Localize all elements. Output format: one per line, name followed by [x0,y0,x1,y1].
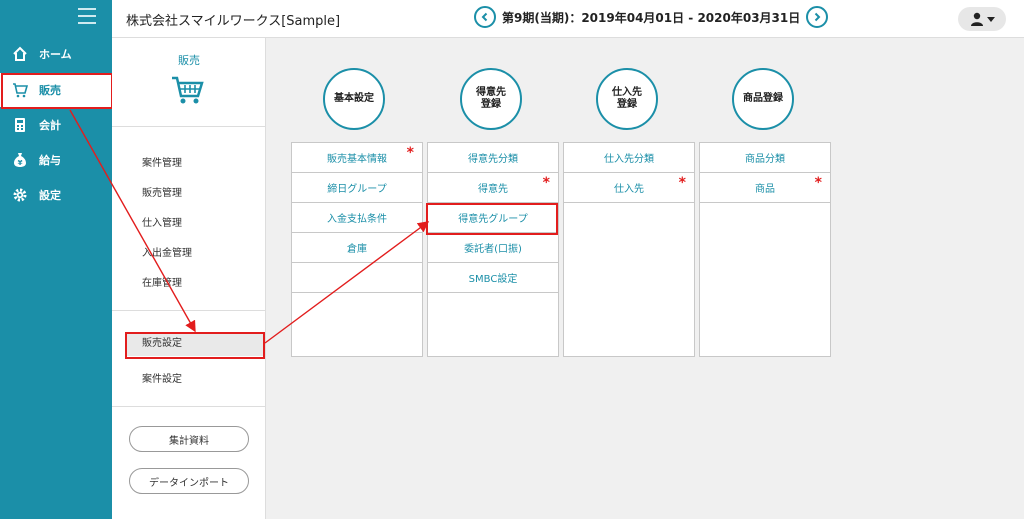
nav-label: 給与 [39,154,61,167]
subnav-title: 販売 [178,54,200,67]
link-sales-basic-info[interactable]: 販売基本情報 * [292,143,422,173]
data-import-button[interactable]: データインポート [129,468,249,494]
cart-icon [172,76,204,104]
prev-period-button[interactable] [474,6,496,28]
user-icon [970,12,983,26]
link-supplier-category[interactable]: 仕入先分類 [564,143,694,173]
nav-label: 会計 [39,119,61,132]
empty-row [292,263,422,293]
chevron-left-icon [481,12,488,22]
subnav-item-cash-flow[interactable]: 入出金管理 [142,244,192,259]
product-column: 商品分類 商品 * [699,142,831,357]
link-label: 商品 [755,184,775,195]
required-mark: * [678,175,686,191]
link-product[interactable]: 商品 * [700,173,830,203]
top-header: 株式会社スマイルワークス[Sample] 第9期(当期)：2019年04月01日… [112,0,1024,38]
nav-label: ホーム [39,48,72,61]
category-product-registration: 商品登録 [732,68,794,130]
sales-subnav: 販売 案件管理 販売管理 仕入管理 入出金管理 在庫管理 販売設定 案件設定 集… [112,38,266,519]
link-product-category[interactable]: 商品分類 [700,143,830,173]
link-label: 得意先グループ [458,214,528,225]
subnav-item-projects[interactable]: 案件管理 [142,154,182,169]
divider [112,406,266,407]
nav-item-settings[interactable]: 設定 [0,178,112,212]
subnav-item-sales-management[interactable]: 販売管理 [142,184,182,199]
link-label: 委託者(口振) [464,244,522,255]
link-label: 販売基本情報 [327,154,387,165]
period-label: 第9期(当期)：2019年04月01日 - 2020年03月31日 [502,10,801,25]
link-label: 仕入先 [614,184,644,195]
home-icon [12,46,28,62]
required-mark: * [406,145,414,161]
link-closing-date-group[interactable]: 締日グループ [292,173,422,203]
yen-bag-icon: ¥ [12,152,28,168]
settings-content: 基本設定 得意先 登録 仕入先 登録 商品登録 販売基本情報 * 締日グループ 入… [266,38,1024,519]
category-supplier-registration: 仕入先 登録 [596,68,658,130]
main-nav: ホーム 販売 会計 ¥ 給与 設定 [0,0,112,519]
chevron-right-icon [815,12,821,22]
company-name: 株式会社スマイルワークス[Sample] [126,14,341,29]
link-label: 入金支払条件 [327,214,387,225]
period-selector: 第9期(当期)：2019年04月01日 - 2020年03月31日 [474,6,829,28]
calculator-icon [12,117,28,133]
cart-icon [12,82,28,98]
nav-item-accounting[interactable]: 会計 [0,108,112,142]
required-mark: * [814,175,822,191]
link-label: SMBC設定 [468,274,518,285]
link-customer-group[interactable]: 得意先グループ [428,203,558,233]
required-mark: * [542,175,550,191]
svg-text:¥: ¥ [18,159,23,167]
basic-settings-column: 販売基本情報 * 締日グループ 入金支払条件 倉庫 [291,142,423,357]
link-warehouse[interactable]: 倉庫 [292,233,422,263]
divider [112,310,266,311]
hamburger-menu-icon[interactable] [78,8,96,24]
nav-item-sales[interactable]: 販売 [0,73,112,107]
category-customer-registration: 得意先 登録 [460,68,522,130]
gear-icon [12,187,28,203]
link-label: 締日グループ [327,184,387,195]
link-label: 得意先 [478,184,508,195]
divider [112,126,266,127]
link-label: 商品分類 [745,154,785,165]
caret-down-icon [986,17,995,22]
nav-item-home[interactable]: ホーム [0,37,112,71]
link-customer[interactable]: 得意先 * [428,173,558,203]
category-basic-settings: 基本設定 [323,68,385,130]
link-label: 仕入先分類 [604,154,654,165]
link-supplier[interactable]: 仕入先 * [564,173,694,203]
next-period-button[interactable] [806,6,829,28]
nav-label: 販売 [39,84,61,97]
subnav-item-inventory[interactable]: 在庫管理 [142,274,182,289]
subnav-item-sales-settings[interactable]: 販売設定 [126,332,264,356]
subnav-item-project-settings[interactable]: 案件設定 [142,370,182,385]
link-payment-terms[interactable]: 入金支払条件 [292,203,422,233]
link-smbc-settings[interactable]: SMBC設定 [428,263,558,293]
link-customer-category[interactable]: 得意先分類 [428,143,558,173]
customer-column: 得意先分類 得意先 * 得意先グループ 委託者(口振) SMBC設定 [427,142,559,357]
user-menu-button[interactable] [958,7,1006,31]
subnav-item-purchasing[interactable]: 仕入管理 [142,214,182,229]
summary-report-button[interactable]: 集計資料 [129,426,249,452]
link-label: 得意先分類 [468,154,518,165]
link-label: 倉庫 [347,244,367,255]
link-consignor[interactable]: 委託者(口振) [428,233,558,263]
supplier-column: 仕入先分類 仕入先 * [563,142,695,357]
nav-item-payroll[interactable]: ¥ 給与 [0,143,112,177]
nav-label: 設定 [39,189,61,202]
